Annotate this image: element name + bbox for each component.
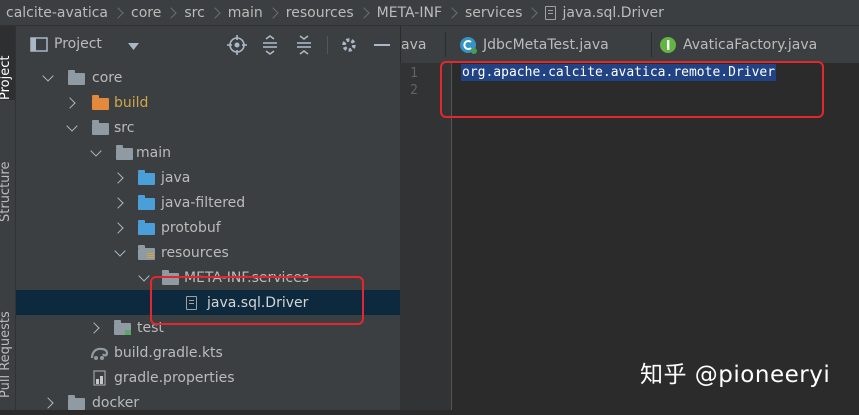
breadcrumb-item-current[interactable]: java.sql.Driver [545, 4, 664, 21]
tree-item-label: build [114, 94, 149, 111]
caret-down-icon[interactable] [128, 43, 139, 50]
editor-tab-bar: ava JdbcMetaTest.java AvaticaFactory.jav… [401, 26, 859, 64]
tree-item-label: java [161, 169, 191, 186]
source-folder-icon [138, 170, 155, 185]
excluded-folder-icon [92, 95, 109, 110]
java-interface-icon [660, 36, 676, 53]
chevron-right-icon [209, 6, 221, 19]
chevron-right-icon [165, 6, 178, 19]
toolbar-divider [327, 36, 328, 54]
chevron-right-icon[interactable] [88, 321, 100, 334]
test-folder-icon [114, 320, 131, 335]
tree-item-label: build.gradle.kts [114, 344, 223, 361]
tree-item-label: main [136, 144, 171, 161]
annotation-box-tree [150, 276, 364, 325]
tree-item-resources[interactable]: resources [16, 240, 400, 265]
tree-item-docker[interactable]: docker [16, 390, 400, 415]
text-file-icon [545, 5, 557, 20]
tree-item-java[interactable]: java [16, 165, 400, 190]
gradle-icon [90, 347, 109, 360]
project-window-icon [30, 37, 48, 52]
tree-item-protobuf[interactable]: protobuf [16, 215, 400, 240]
chevron-right-icon[interactable] [112, 196, 124, 209]
breadcrumb: calcite-avatica core src main resources … [0, 0, 859, 26]
resources-folder-icon [138, 245, 155, 260]
tab-partial[interactable]: ava [401, 26, 443, 63]
line-number: 2 [410, 83, 418, 98]
breadcrumb-item[interactable]: src [184, 5, 204, 21]
breadcrumb-label: java.sql.Driver [562, 4, 664, 21]
properties-file-icon [93, 370, 106, 386]
expand-all-icon[interactable] [261, 35, 279, 55]
tree-item-label: core [92, 69, 123, 86]
folder-icon [92, 120, 109, 135]
tab-avaticafactory[interactable]: AvaticaFactory.java [657, 26, 859, 63]
tree-item-java-filtered[interactable]: java-filtered [16, 190, 400, 215]
tree-item-label: resources [161, 244, 229, 261]
tree-item-src[interactable]: src [16, 115, 400, 140]
chevron-down-icon[interactable] [90, 144, 102, 157]
collapse-all-icon[interactable] [295, 35, 313, 55]
tree-item-core[interactable]: core [16, 65, 400, 90]
tab-divider [651, 32, 652, 57]
tab-divider [445, 32, 446, 57]
chevron-right-icon [267, 6, 279, 19]
chevron-right-icon[interactable] [112, 221, 124, 234]
tree-item-gradle-properties[interactable]: gradle.properties [16, 365, 400, 390]
tree-item-label: docker [92, 394, 140, 411]
project-panel-title[interactable]: Project [54, 36, 102, 52]
project-tree: core build src main java java-filtered p… [16, 63, 401, 411]
chevron-right-icon[interactable] [112, 171, 124, 184]
tree-item-label: src [114, 119, 135, 136]
tool-tab-pull-requests[interactable]: Pull Requests [0, 311, 13, 398]
project-panel-header: Project [16, 26, 400, 63]
tree-item-build-gradle-kts[interactable]: build.gradle.kts [16, 340, 400, 365]
chevron-down-icon[interactable] [42, 69, 54, 82]
tree-item-main[interactable]: main [16, 140, 400, 165]
chevron-down-icon[interactable] [138, 269, 150, 282]
locate-icon[interactable] [227, 35, 247, 55]
tool-window-strip: Project Structure Pull Requests [0, 26, 16, 410]
tree-item-label: protobuf [161, 219, 221, 236]
tree-item-label: java-filtered [161, 194, 246, 211]
line-number: 1 [410, 66, 418, 81]
breadcrumb-item[interactable]: core [131, 5, 161, 21]
breadcrumb-item[interactable]: main [228, 5, 263, 21]
breadcrumb-item[interactable]: META-INF [377, 5, 442, 21]
tool-tab-project[interactable]: Project [0, 56, 13, 100]
watermark: 知乎 @pioneeryi [640, 362, 831, 388]
gear-icon[interactable] [340, 36, 358, 54]
folder-icon [68, 395, 85, 410]
tree-item-build[interactable]: build [16, 90, 400, 115]
source-folder-icon [138, 195, 155, 210]
source-folder-icon [138, 220, 155, 235]
chevron-right-icon [446, 6, 458, 19]
chevron-right-icon[interactable] [42, 396, 54, 409]
tab-jdbcmetatest[interactable]: JdbcMetaTest.java [453, 26, 653, 63]
chevron-right-icon [112, 6, 124, 19]
chevron-down-icon[interactable] [114, 244, 126, 257]
java-class-icon [460, 36, 477, 54]
chevron-right-icon[interactable] [64, 96, 76, 109]
minimize-icon[interactable] [374, 44, 390, 48]
breadcrumb-item[interactable]: calcite-avatica [6, 5, 108, 21]
chevron-right-icon [357, 6, 370, 19]
folder-icon [116, 145, 133, 160]
tab-label: JdbcMetaTest.java [483, 36, 609, 53]
tool-tab-structure[interactable]: Structure [0, 162, 13, 222]
breadcrumb-item[interactable]: resources [286, 5, 354, 21]
chevron-down-icon[interactable] [66, 119, 78, 132]
chevron-right-icon [526, 6, 539, 19]
tab-label: ava [401, 36, 427, 53]
module-folder-icon [68, 70, 85, 85]
tab-label: AvaticaFactory.java [683, 36, 818, 53]
tree-item-label: gradle.properties [114, 369, 235, 386]
breadcrumb-item[interactable]: services [465, 5, 522, 21]
annotation-box-editor [440, 61, 824, 118]
